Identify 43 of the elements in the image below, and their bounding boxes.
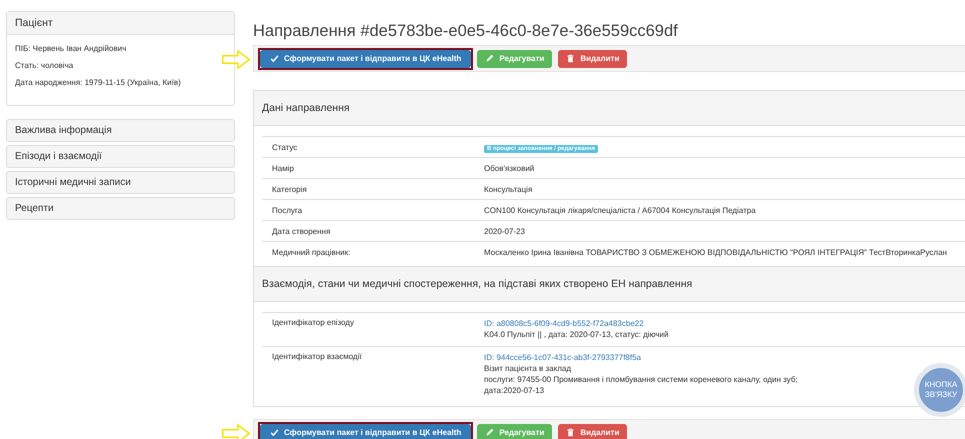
action-button[interactable]: Видалити	[558, 50, 628, 68]
field-value: K04.0 Пульпіт || , дата: 2020-07-13, статус: діючий	[484, 329, 668, 340]
trash-icon	[566, 54, 576, 63]
action-button[interactable]: Видалити	[558, 424, 628, 439]
action-button[interactable]: Редагувати	[477, 424, 552, 439]
field-value: дата:2020-07-13	[484, 385, 546, 396]
sidebar-item[interactable]: Рецепти	[6, 197, 235, 220]
page-title: Направлення #de5783be-e0e5-46c0-8e7e-36e559cc69df	[253, 22, 679, 41]
trash-icon	[566, 428, 576, 437]
patient-field: Дата народження: 1979-11-15 (Україна, Київ)	[15, 78, 226, 87]
action-button[interactable]: Редагувати	[477, 50, 552, 68]
pencil-icon	[485, 54, 494, 63]
field-value: Візит пацієнта в заклад	[484, 363, 572, 374]
field-label: Ідентифікатор епізоду	[271, 318, 355, 327]
field-label: Медичний працівник:	[271, 248, 352, 256]
field-value: Москаленко Ірина Іванівна ТОВАРИСТВО З ОБМЕЖЕНОЮ ВІДПОВІДАЛЬНІСТЮ "РОЯЛ ІНТЕГРАЦІЯ" ТестВторинкаРуслан	[484, 248, 947, 256]
field-label: Ідентифікатор взаємодії	[271, 352, 363, 361]
field-label: Статус	[271, 142, 298, 152]
field-value: послуги: 97455-00 Промивання і пломбування системи кореневого каналу, один зуб;	[484, 374, 798, 385]
panel-title: Пацієнт	[7, 12, 234, 35]
sidebar-item[interactable]: Важлива інформація	[6, 119, 235, 142]
sidebar-item[interactable]: Історичні медичні записи	[6, 171, 235, 194]
field-label: Категорія	[271, 184, 308, 194]
patient-field: Стать: чоловіча	[15, 61, 226, 70]
id-link[interactable]: ID: 944cce56-1c07-431c-ab3f-2793377f8f5a	[484, 352, 798, 363]
patient-field: ПІБ: Червень Іван Андрійович	[15, 44, 226, 53]
sidebar-item[interactable]: Епізоди і взаємодії	[6, 145, 235, 168]
id-link[interactable]: ID: a80808c5-6f09-4cd9-b552-f72a483cbe22	[484, 318, 668, 329]
panel-title: Дані направлення	[254, 91, 965, 126]
field-value: CON100 Консультація лікаря/спеціаліста / A67004 Консультація Педіатра	[484, 206, 756, 214]
action-button[interactable]: Сформувати пакет і відправити в ЦК eHealth	[260, 424, 472, 439]
field-value: Консультація	[484, 184, 532, 194]
pencil-icon	[485, 428, 494, 437]
panel-title: Взаємодія, стани чи медичні спостереження, на підставі яких створено ЕН направлення	[254, 266, 965, 302]
check-icon	[270, 428, 279, 437]
contact-button[interactable]: КНОПКА ЗВ'ЯЗКУ	[914, 363, 965, 417]
field-label: Послуга	[271, 206, 304, 214]
field-label: Намір	[271, 164, 295, 172]
action-button[interactable]: Сформувати пакет і відправити в ЦК eHealth	[260, 50, 472, 68]
check-icon	[270, 54, 279, 63]
field-label: Дата створення	[271, 226, 332, 236]
field-value: 2020-07-23	[484, 226, 525, 236]
field-value: Обов'язковий	[484, 164, 534, 172]
